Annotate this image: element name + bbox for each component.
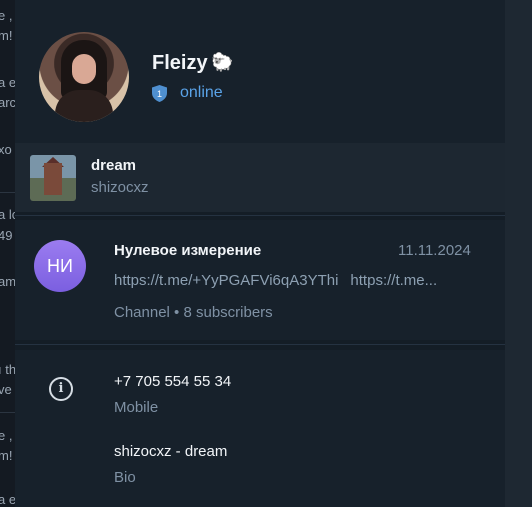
chat-fragment: am (0, 274, 16, 289)
info-section: i +7 705 554 55 34 Mobile shizocxz - dre… (15, 350, 505, 507)
chat-divider (0, 412, 16, 413)
background-chat-column: e , m! a e arc xo a lc 49 am ı th ve e ,… (0, 0, 16, 507)
chat-fragment: m! (0, 448, 13, 463)
channel-last-message: https://t.me/+YyPGAFVi6qA3YThi https://t.… (114, 272, 478, 289)
linked-channel-item[interactable]: НИ Нулевое измерение 11.11.2024 https://… (15, 220, 505, 340)
emoji-status-icon[interactable]: 🐑 (211, 52, 237, 76)
shield-badge-icon: 1 (152, 85, 167, 102)
phone-number[interactable]: +7 705 554 55 34 (114, 373, 231, 390)
profile-panel: Fleizy 🐑 1 online dream shizocxz НИ Нуле… (15, 0, 505, 507)
chat-fragment: 49 (0, 228, 13, 243)
chat-fragment: a e (0, 75, 16, 90)
phone-label: Mobile (114, 399, 159, 416)
bio-text[interactable]: shizocxz - dream (114, 443, 227, 460)
avatar-face (72, 54, 96, 84)
bio-label: Bio (114, 469, 136, 486)
scrollbar-track[interactable] (505, 0, 532, 507)
channel-title: Нулевое измерение (114, 242, 262, 259)
message-link-truncated: https://t.me... (350, 272, 438, 289)
personal-channel-title: dream (91, 157, 137, 174)
chat-fragment: arc (0, 95, 16, 110)
chat-fragment: m! (0, 28, 13, 43)
chat-fragment: xo (0, 142, 12, 157)
channel-avatar: НИ (34, 240, 86, 292)
channel-thumbnail (30, 155, 76, 201)
channel-date: 11.11.2024 (398, 242, 471, 259)
section-divider (15, 340, 505, 350)
profile-name: Fleizy (152, 52, 208, 74)
section-divider (15, 212, 505, 220)
profile-avatar[interactable] (39, 32, 129, 122)
chat-fragment: a lc (0, 207, 16, 222)
profile-header: Fleizy 🐑 1 online (15, 0, 505, 143)
chat-fragment: ve (0, 382, 12, 397)
chat-fragment: e , (0, 8, 13, 23)
personal-channel-card[interactable]: dream shizocxz (15, 143, 505, 212)
message-link: https://t.me/+YyPGAFVi6qA3YThi (114, 272, 339, 289)
info-icon: i (49, 377, 73, 401)
personal-channel-username: shizocxz (91, 179, 149, 196)
chat-fragment: e , (0, 428, 13, 443)
badge-count: 1 (157, 89, 162, 99)
thumbnail-tower (44, 163, 62, 195)
avatar-body (55, 90, 113, 122)
chat-fragment: ı th (0, 362, 16, 377)
online-status: online (180, 84, 223, 101)
chat-fragment: a e (0, 492, 16, 507)
channel-meta: Channel • 8 subscribers (114, 304, 273, 321)
chat-divider (0, 192, 16, 193)
